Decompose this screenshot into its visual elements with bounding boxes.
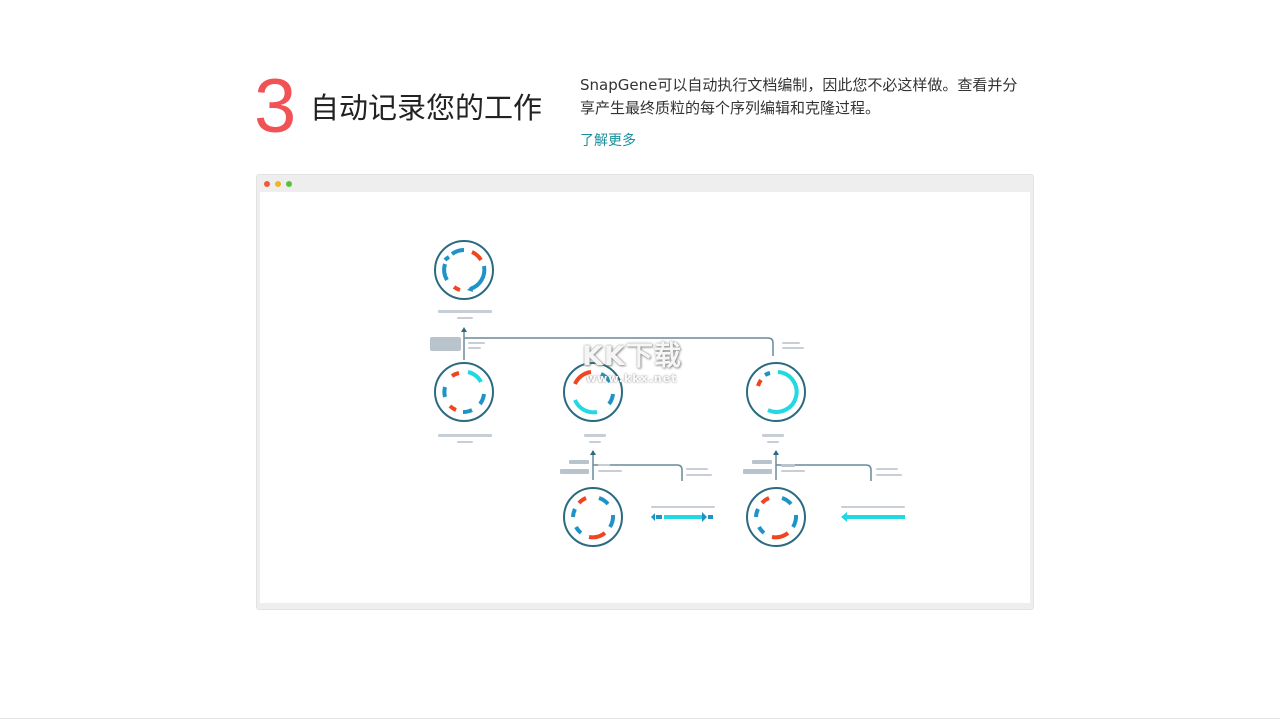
window-titlebar xyxy=(257,175,1033,192)
step-number: 3 xyxy=(254,64,297,149)
cloning-history-diagram xyxy=(430,240,905,547)
plasmid-map-icon xyxy=(746,362,806,422)
plasmid-map-icon xyxy=(563,362,623,422)
placeholder-labels xyxy=(430,310,905,508)
history-connectors xyxy=(463,331,872,481)
app-window-preview xyxy=(256,174,1034,610)
plasmid-map-icon xyxy=(746,487,806,547)
minimize-dot-icon xyxy=(275,181,281,187)
feature-description: SnapGene可以自动执行文档编制，因此您不必这样做。查看并分享产生最终质粒的… xyxy=(580,76,1018,117)
maximize-dot-icon xyxy=(286,181,292,187)
feature-page: 3 自动记录您的工作 SnapGene可以自动执行文档编制，因此您不必这样做。查… xyxy=(0,0,1280,720)
page-divider xyxy=(0,718,1280,719)
linear-fragment-icon xyxy=(841,512,905,522)
learn-more-link[interactable]: 了解更多 xyxy=(580,131,636,151)
plasmid-map-icon xyxy=(434,362,494,422)
plasmid-map-icon xyxy=(563,487,623,547)
history-view xyxy=(260,192,1030,603)
step-title: 自动记录您的工作 xyxy=(310,91,543,125)
linear-fragment-icon xyxy=(651,512,713,522)
plasmid-map-icon xyxy=(434,240,494,300)
close-dot-icon xyxy=(264,181,270,187)
